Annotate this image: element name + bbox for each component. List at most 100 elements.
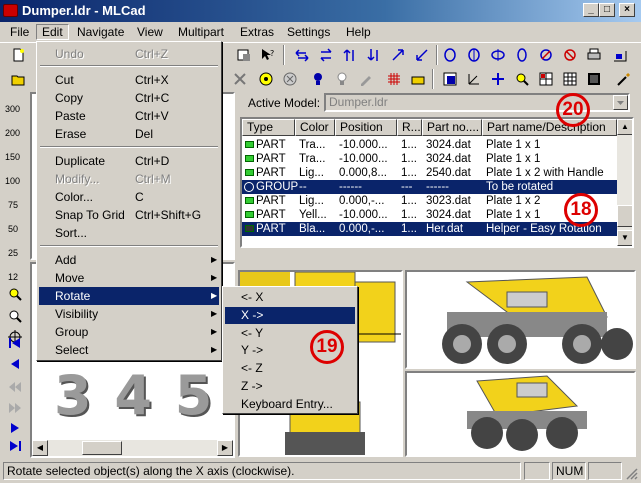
chevron-down-icon[interactable]	[613, 95, 628, 110]
edit-menu-item-copy[interactable]: Copy Ctrl+C	[39, 89, 219, 107]
reset-icon[interactable]	[610, 45, 630, 65]
preview-hscroll[interactable]: ◀ ▶	[32, 440, 233, 456]
edit-menu-item-move[interactable]: Move ▶	[39, 269, 219, 287]
play-icon[interactable]	[256, 69, 276, 89]
edit-menu-item-select[interactable]: Select ▶	[39, 341, 219, 359]
zoom-100-button[interactable]: 100	[5, 176, 20, 186]
list-item[interactable]: PART Bla... 0.000,-... 1... Her.dat Helper - …	[242, 222, 617, 236]
menu-view[interactable]: View	[132, 24, 168, 40]
nav-first-icon[interactable]	[5, 333, 25, 353]
delete-icon[interactable]	[230, 69, 250, 89]
lightbulb-off-icon[interactable]	[332, 69, 352, 89]
nav-prev-fast-icon[interactable]	[5, 377, 25, 397]
nav-prev-icon[interactable]	[5, 354, 25, 374]
close-button[interactable]: ×	[619, 3, 635, 17]
list-item[interactable]: PART Tra... -10.000... 1... 3024.dat Plate 1 …	[242, 138, 617, 152]
list-item[interactable]: PART Yell... -10.000... 1... 3024.dat Plate 1…	[242, 208, 617, 222]
resize-grip-icon[interactable]	[624, 466, 638, 480]
menu-file[interactable]: File	[5, 24, 34, 40]
zoom-150-button[interactable]: 150	[5, 152, 20, 162]
zoom-25-button[interactable]: 25	[8, 248, 18, 258]
maximize-button[interactable]: □	[599, 3, 615, 17]
move-x-right-icon[interactable]	[316, 45, 336, 65]
zoom-fit-icon[interactable]	[5, 306, 25, 326]
move-x-left-icon[interactable]	[292, 45, 312, 65]
rotate-x-icon[interactable]	[440, 45, 460, 65]
edit-menu-item-modify[interactable]: Modify... Ctrl+M	[39, 170, 219, 188]
stop-icon[interactable]	[280, 69, 300, 89]
viewport-3d[interactable]	[405, 371, 636, 457]
nav-last-icon[interactable]	[5, 436, 25, 456]
new-icon[interactable]	[8, 45, 28, 65]
col-rotation[interactable]: R...	[397, 119, 422, 136]
list-item[interactable]: PART Tra... -10.000... 1... 3024.dat Plate 1 …	[242, 152, 617, 166]
zoom-200-button[interactable]: 200	[5, 128, 20, 138]
title-bar[interactable]: Dumper.ldr - MLCad _ □ ×	[0, 0, 641, 22]
pen-icon[interactable]	[356, 69, 376, 89]
edit-menu-item-undo[interactable]: Undo Ctrl+Z	[39, 45, 219, 63]
app-icon[interactable]	[3, 4, 18, 17]
minimize-button[interactable]: _	[583, 3, 599, 17]
move-z-icon[interactable]	[388, 45, 408, 65]
layout-grid-icon[interactable]	[560, 69, 580, 89]
list-item[interactable]: PART Lig... 0.000,8... 1... 2540.dat Plate 1 …	[242, 166, 617, 180]
help-pointer-icon[interactable]: ?	[258, 45, 278, 65]
menu-help[interactable]: Help	[341, 24, 376, 40]
list-item[interactable]: GROUP -- ------ --- ------ To be rotated	[242, 180, 617, 194]
menu-navigate[interactable]: Navigate	[72, 24, 129, 40]
zoom-12-button[interactable]: 12	[8, 272, 18, 282]
grid-icon[interactable]	[384, 69, 404, 89]
col-part-number[interactable]: Part no....	[422, 119, 482, 136]
rotate-z-back-icon[interactable]	[560, 45, 580, 65]
edit-menu-item-erase[interactable]: Erase Del	[39, 125, 219, 143]
col-position[interactable]: Position	[335, 119, 397, 136]
edit-menu-item-color[interactable]: Color... C	[39, 188, 219, 206]
edit-menu-item-snap-to-grid[interactable]: Snap To Grid Ctrl+Shift+G	[39, 206, 219, 224]
list-item[interactable]: PART Lig... 0.000,-... 1... 3023.dat Plate 1 …	[242, 194, 617, 208]
zoom-in-icon[interactable]	[5, 284, 25, 304]
edit-menu-item-rotate[interactable]: Rotate ▶	[39, 287, 219, 305]
draw-line-icon[interactable]	[614, 69, 634, 89]
nav-next-icon[interactable]	[5, 418, 25, 438]
col-color[interactable]: Color	[295, 119, 335, 136]
axes-icon[interactable]	[464, 69, 484, 89]
rotate-x-back-icon[interactable]	[464, 45, 484, 65]
menu-multipart[interactable]: Multipart	[173, 24, 229, 40]
menu-settings[interactable]: Settings	[282, 24, 335, 40]
rotate-z-icon[interactable]	[536, 45, 556, 65]
edit-menu-item-paste[interactable]: Paste Ctrl+V	[39, 107, 219, 125]
viewport-side[interactable]	[405, 270, 636, 369]
rotate-menu-item-1[interactable]: X ->	[225, 306, 355, 324]
zoom-75-button[interactable]: 75	[8, 200, 18, 210]
open-icon[interactable]	[8, 69, 28, 89]
library-icon[interactable]	[408, 69, 428, 89]
zoom-icon[interactable]	[512, 69, 532, 89]
rotate-y-icon[interactable]	[488, 45, 508, 65]
print-icon[interactable]	[584, 45, 604, 65]
edit-menu-item-visibility[interactable]: Visibility ▶	[39, 305, 219, 323]
move-y-down-icon[interactable]	[364, 45, 384, 65]
rotate-menu-item-4[interactable]: <- Z	[225, 360, 355, 377]
zoom-50-button[interactable]: 50	[8, 224, 18, 234]
menu-extras[interactable]: Extras	[235, 24, 279, 40]
move-z-back-icon[interactable]	[412, 45, 432, 65]
edit-menu-item-duplicate[interactable]: Duplicate Ctrl+D	[39, 152, 219, 170]
layout-four-icon[interactable]	[536, 69, 556, 89]
rotate-menu-item-5[interactable]: Z ->	[225, 378, 355, 395]
col-description[interactable]: Part name/Description	[482, 119, 617, 136]
view-full-icon[interactable]	[440, 69, 460, 89]
list-vscroll[interactable]: ▲ ▼	[617, 119, 632, 246]
lightbulb-icon[interactable]	[308, 69, 328, 89]
move-y-icon[interactable]	[340, 45, 360, 65]
edit-menu-item-add[interactable]: Add ▶	[39, 251, 219, 269]
nav-next-fast-icon[interactable]	[5, 398, 25, 418]
model-parts-list[interactable]: Type Color Position R... Part no.... Par…	[240, 117, 634, 248]
move-view-icon[interactable]	[488, 69, 508, 89]
rotate-menu-item-6[interactable]: Keyboard Entry...	[225, 396, 355, 413]
properties-icon[interactable]	[234, 45, 254, 65]
layout-single-icon[interactable]	[584, 69, 604, 89]
menu-edit[interactable]: Edit	[36, 24, 69, 40]
edit-menu-item-sort[interactable]: Sort...	[39, 224, 219, 242]
rotate-menu-item-0[interactable]: <- X	[225, 289, 355, 306]
rotate-y-back-icon[interactable]	[512, 45, 532, 65]
